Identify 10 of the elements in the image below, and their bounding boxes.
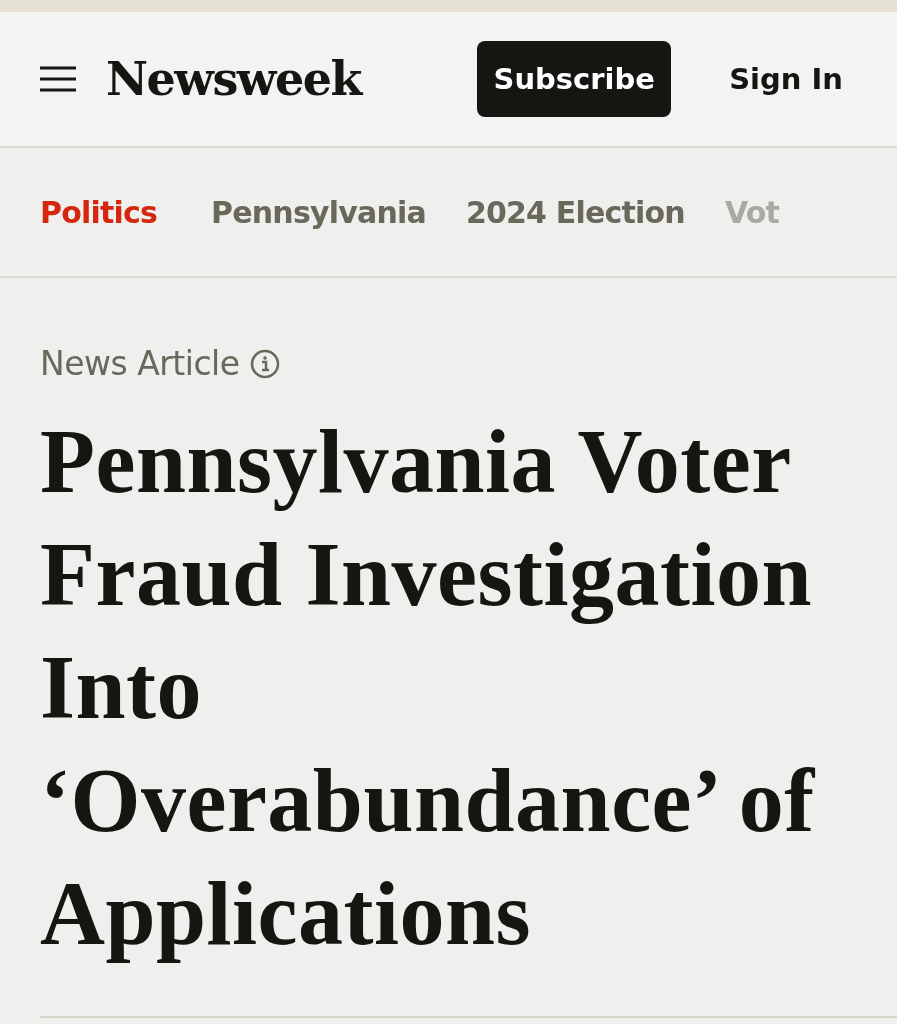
topic-link[interactable]: 2024 Election	[465, 194, 685, 230]
subscribe-button[interactable]: Subscribe	[477, 41, 672, 117]
menu-icon[interactable]	[40, 66, 76, 92]
logo[interactable]: Newsweek	[106, 52, 361, 106]
topic-link[interactable]: Politics	[40, 194, 158, 230]
info-icon[interactable]	[249, 348, 280, 379]
article-type-label: News Article	[40, 344, 240, 383]
sign-in-link[interactable]: Sign In	[729, 62, 843, 96]
topic-link[interactable]: Pennsylvania	[211, 194, 426, 230]
headline: Pennsylvania Voter Fraud Investigation Into ‘Overabundance’ of Applications	[40, 411, 816, 965]
